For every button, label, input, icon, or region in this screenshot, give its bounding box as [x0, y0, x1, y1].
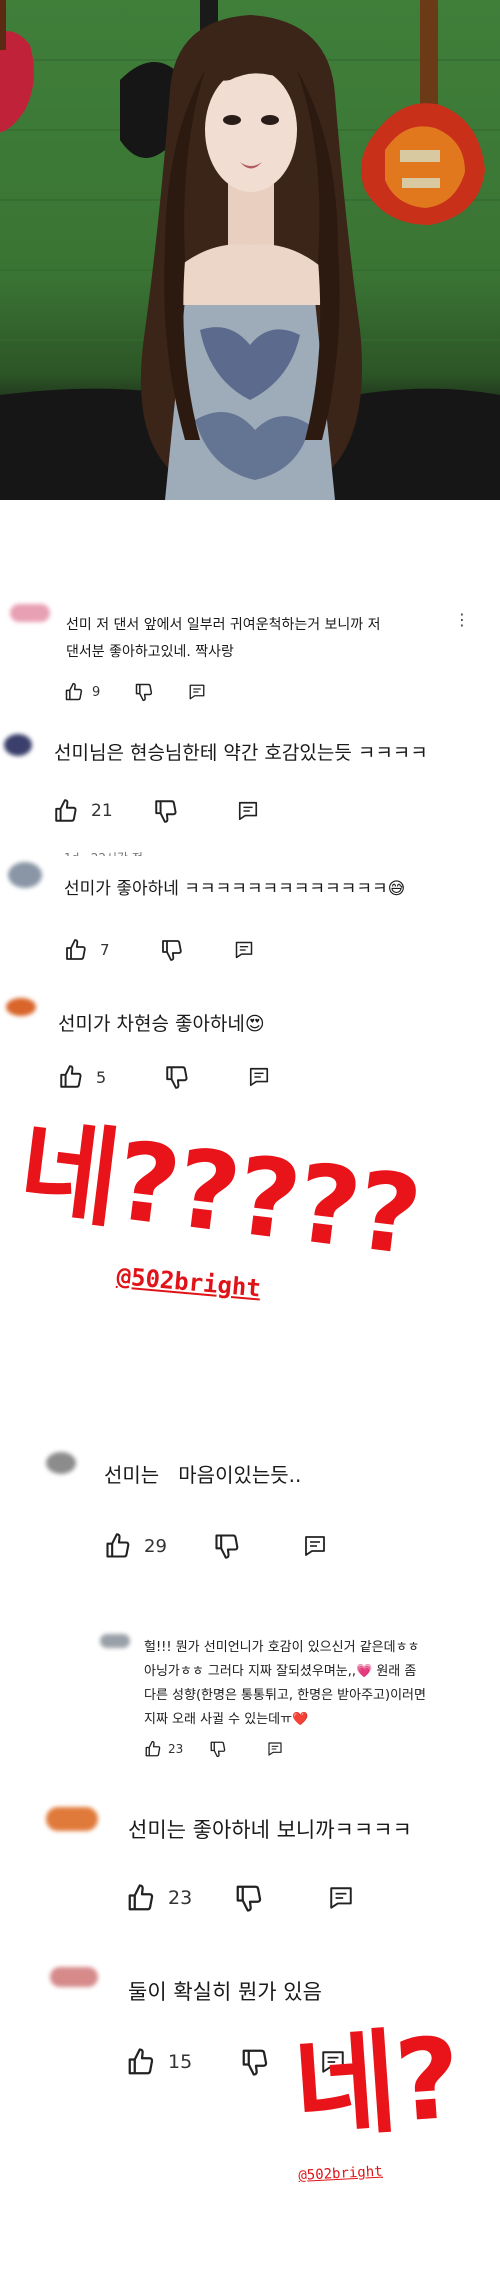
header-photo [0, 0, 500, 500]
dislike-button[interactable] [153, 798, 179, 824]
thumbs-down-icon [154, 800, 177, 823]
like-count: 15 [168, 2051, 193, 2073]
comment-actions: 7 [64, 938, 254, 962]
thumbs-up-icon [60, 1065, 82, 1088]
comment-text: 선미 저 댄서 앞에서 일부러 귀여운척하는거 보니까 저 댄서분 좋아하고있네… [66, 617, 381, 660]
dislike-button[interactable] [213, 1532, 241, 1560]
like-button[interactable]: 15 [126, 2047, 192, 2077]
comment-actions: 21 [53, 798, 259, 824]
thumbs-up-icon [106, 1533, 130, 1558]
sticker-big-text: 네????? [12, 1106, 426, 1280]
comment-actions: 9 [64, 682, 206, 702]
dislike-button[interactable] [160, 938, 184, 962]
reply-icon [268, 1742, 282, 1756]
comment-6: 헐!!! 뭔가 선미언니가 호감이 있으신거 같은데ㅎㅎ 아닝가ㅎㅎ 그러다 지… [0, 1620, 500, 1775]
dislike-button[interactable] [209, 1740, 227, 1758]
thumbs-down-icon [215, 1534, 239, 1559]
like-button[interactable]: 21 [53, 798, 113, 824]
reply-button[interactable] [237, 800, 259, 822]
like-count: 23 [168, 1887, 193, 1909]
like-count: 29 [144, 1535, 167, 1557]
reply-icon [330, 1887, 352, 1909]
reply-button[interactable] [234, 940, 254, 960]
thumbs-up-icon [55, 799, 77, 822]
thumbs-down-icon [236, 1885, 262, 1912]
comment-actions: 5 [58, 1064, 270, 1090]
reply-button[interactable] [188, 683, 206, 701]
comment-4: 선미가 차현승 좋아하네😍 5 [0, 990, 500, 1105]
thumbs-up-icon [128, 1884, 154, 1911]
comment-actions: 23 [126, 1883, 354, 1913]
comment-7: 선미는 좋아하네 보니까ㅋㅋㅋㅋ 23 [0, 1795, 500, 1925]
comment-text: 선미님은 현승님한테 약간 호감있는듯 ㅋㅋㅋㅋ [54, 742, 428, 764]
reply-icon [235, 941, 252, 959]
comment-text: 선미는 좋아하네 보니까ㅋㅋㅋㅋ [128, 1818, 412, 1842]
like-count: 23 [168, 1742, 184, 1756]
like-count: 7 [100, 941, 110, 959]
dislike-button[interactable] [234, 1883, 264, 1913]
guitar-left [0, 0, 34, 133]
thumbs-down-icon [166, 1066, 188, 1089]
like-button[interactable]: 9 [64, 682, 100, 702]
comment-text: 선미가 차현승 좋아하네😍 [58, 1013, 265, 1035]
like-count: 21 [91, 801, 113, 821]
reply-button[interactable] [248, 1066, 270, 1088]
comment-text: 둘이 확실히 뭔가 있음 [128, 1980, 322, 2004]
comment-1: 선미 저 댄서 앞에서 일부러 귀여운척하는거 보니까 저 댄서분 좋아하고있네… [0, 590, 500, 710]
dislike-button[interactable] [164, 1064, 190, 1090]
comment-text: 선미는 마음이있는듯.. [104, 1463, 302, 1487]
thumbs-down-icon [161, 940, 182, 961]
avatar[interactable] [100, 1634, 130, 1648]
reply-icon [305, 1536, 325, 1556]
thumbs-down-icon [210, 1741, 226, 1758]
comment-meta: 1d · 22시간 전 [64, 844, 143, 856]
reply-button[interactable] [267, 1741, 283, 1757]
like-button[interactable]: 7 [64, 938, 110, 962]
reply-button[interactable] [328, 1885, 354, 1911]
thumbs-up-icon [128, 2048, 154, 2075]
reply-icon [250, 1067, 269, 1087]
dislike-button[interactable] [134, 682, 154, 702]
sticker-small-handle: @502bright [298, 2163, 384, 2184]
thumbs-up-icon [145, 1740, 161, 1757]
reply-icon [189, 684, 205, 700]
avatar[interactable] [4, 734, 32, 756]
like-count: 5 [96, 1067, 107, 1087]
like-button[interactable]: 29 [104, 1532, 167, 1560]
like-button[interactable]: 23 [144, 1740, 183, 1758]
sticker-small-text: 네? [290, 2013, 463, 2155]
comment-2: 선미님은 현승님한테 약간 호감있는듯 ㅋㅋㅋㅋ 21 [0, 720, 500, 840]
thumbs-up-icon [66, 939, 86, 960]
like-button[interactable]: 23 [126, 1883, 192, 1913]
avatar[interactable] [10, 604, 50, 622]
thumbs-down-icon [242, 2049, 268, 2076]
comment-text: 선미가 좋아하네 ㅋㅋㅋㅋㅋㅋㅋㅋㅋㅋㅋㅋㅋ😅 [64, 879, 406, 899]
more-options-icon[interactable]: ⋮ [454, 610, 470, 629]
avatar[interactable] [6, 998, 36, 1016]
avatar[interactable] [46, 1807, 98, 1831]
photo-illustration [0, 0, 500, 500]
like-count: 9 [92, 684, 101, 700]
like-button[interactable]: 5 [58, 1064, 106, 1090]
thumbs-up-icon [65, 682, 83, 701]
avatar[interactable] [8, 862, 42, 888]
dislike-button[interactable] [240, 2047, 270, 2077]
sticker-big-handle: @502bright [115, 1262, 262, 1303]
comment-5: 선미는 마음이있는듯.. 29 [0, 1440, 500, 1585]
comment-3: 1d · 22시간 전 선미가 좋아하네 ㅋㅋㅋㅋㅋㅋㅋㅋㅋㅋㅋㅋㅋ😅 7 [0, 850, 500, 975]
comment-actions: 29 [104, 1532, 327, 1560]
comment-actions: 23 [144, 1740, 283, 1758]
guitar-right [361, 0, 485, 225]
reply-icon [238, 801, 257, 821]
comment-text: 헐!!! 뭔가 선미언니가 호감이 있으신거 같은데ㅎㅎ 아닝가ㅎㅎ 그러다 지… [144, 1640, 426, 1727]
thumbs-down-icon [136, 683, 153, 702]
avatar[interactable] [46, 1452, 76, 1474]
avatar[interactable] [50, 1967, 98, 1987]
reply-button[interactable] [303, 1534, 327, 1558]
